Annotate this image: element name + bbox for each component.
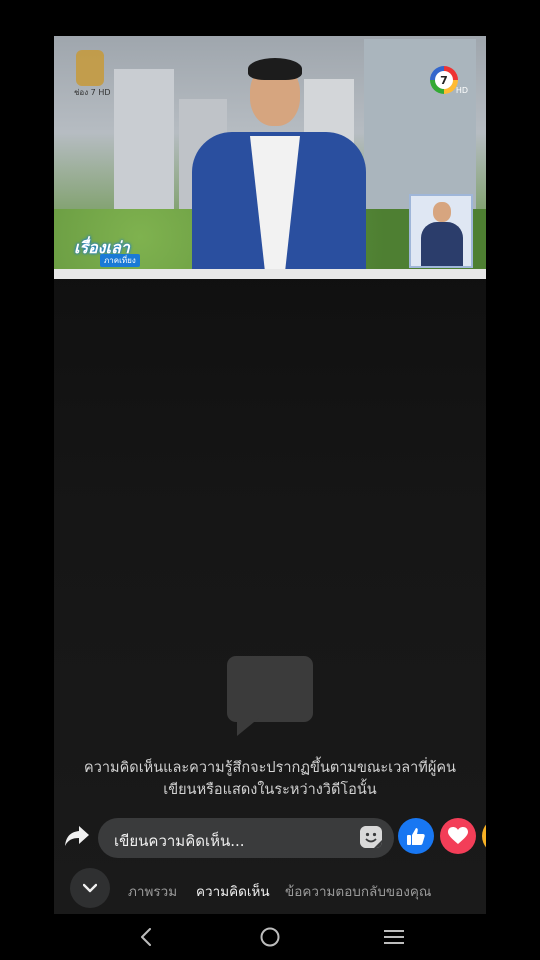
heart-icon	[448, 827, 468, 844]
collapse-button[interactable]	[70, 868, 110, 908]
tab-comments[interactable]: ความคิดเห็น	[196, 880, 270, 902]
comment-input-placeholder: เขียนความคิดเห็น...	[114, 832, 245, 850]
show-logo-subtitle: ภาคเที่ยง	[100, 254, 140, 267]
love-reaction-button[interactable]	[440, 818, 476, 854]
recents-button[interactable]	[379, 924, 409, 950]
hd-badge: HD	[455, 86, 468, 95]
like-reaction-button[interactable]	[398, 818, 434, 854]
home-icon	[260, 927, 280, 947]
empty-comments-message: ความคิดเห็นและความรู้สึกจะปรากฏขึ้นตามขณ…	[54, 757, 486, 801]
channel-emblem-icon	[76, 50, 104, 86]
tab-overview[interactable]: ภาพรวม	[128, 880, 177, 902]
interpreter-head	[433, 202, 451, 222]
news-desk	[54, 269, 486, 279]
haha-emoji-icon[interactable]	[482, 818, 486, 854]
tab-your-responses[interactable]: ข้อความตอบกลับของคุณ	[285, 880, 431, 902]
video-viewer: ช่อง 7 HD 7 HD เรื่องเล่า ภาคเที่ยง ความ…	[54, 36, 486, 914]
chevron-down-icon	[83, 883, 97, 893]
sticker-icon[interactable]	[360, 826, 382, 848]
back-button[interactable]	[131, 924, 161, 950]
channel-7-logo-icon: 7	[430, 66, 458, 94]
interpreter-body	[421, 222, 463, 266]
speech-bubble-icon	[227, 656, 313, 736]
share-arrow-icon[interactable]	[64, 825, 90, 847]
thumbs-up-icon	[407, 828, 425, 845]
home-button[interactable]	[255, 924, 285, 950]
comment-input[interactable]: เขียนความคิดเห็น...	[98, 818, 394, 858]
channel-emblem-text: ช่อง 7 HD	[74, 88, 111, 97]
channel-7-number: 7	[435, 71, 453, 89]
video-player[interactable]: ช่อง 7 HD 7 HD เรื่องเล่า ภาคเที่ยง	[54, 36, 486, 279]
empty-comments-line1: ความคิดเห็นและความรู้สึกจะปรากฏขึ้นตามขณ…	[84, 760, 456, 776]
empty-comments-line2: เขียนหรือแสดงในระหว่างวิดีโอนั้น	[163, 782, 377, 798]
sign-language-interpreter-inset	[409, 194, 473, 268]
news-anchor-hair	[248, 58, 302, 80]
system-navigation-bar	[0, 914, 540, 960]
menu-icon	[384, 930, 404, 944]
back-icon	[141, 928, 151, 946]
